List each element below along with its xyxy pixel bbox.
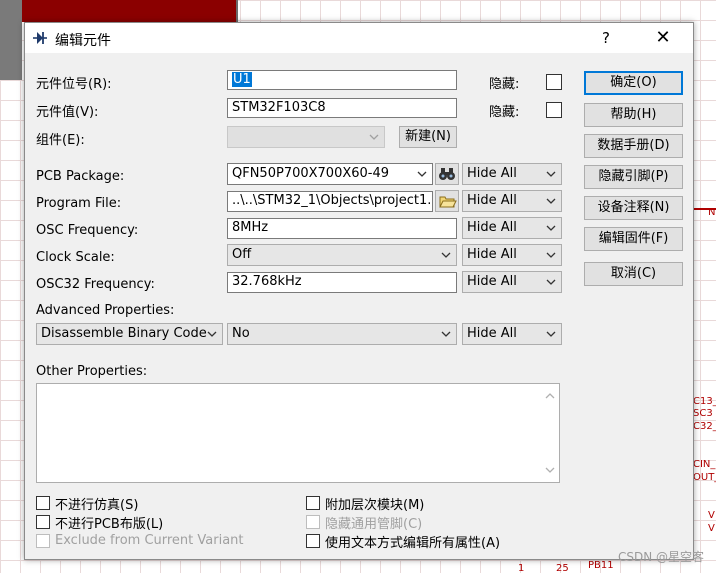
program-file-input[interactable]: ..\..\STM32_1\Objects\project1.hex: [227, 191, 433, 212]
schematic-label: OUT_: [693, 472, 716, 483]
chevron-down-icon: [546, 331, 556, 337]
schematic-label: CIN_: [693, 459, 716, 470]
ok-button[interactable]: 确定(O): [584, 71, 683, 95]
edit-as-text-label: 使用文本方式编辑所有属性(A): [325, 536, 501, 551]
hide-common-pins-label: 隐藏通用管脚(C): [325, 517, 423, 532]
program-file-visibility-select[interactable]: Hide All: [462, 190, 562, 212]
schematic-label: V: [708, 523, 715, 534]
other-properties-textarea[interactable]: [36, 383, 560, 483]
chevron-down-icon: [417, 171, 427, 177]
binoculars-icon: [439, 168, 455, 180]
pcb-package-label: PCB Package:: [36, 169, 125, 184]
no-pcb-layout-checkbox[interactable]: [36, 515, 50, 529]
part-ref-label: 元件位号(R):: [36, 77, 112, 92]
watermark: CSDN @星空客: [617, 550, 704, 564]
datasheet-button[interactable]: 数据手册(D): [584, 134, 683, 158]
chevron-down-icon: [441, 252, 451, 258]
element-label: 组件(E):: [36, 133, 85, 148]
osc32-frequency-input[interactable]: 32.768kHz: [227, 272, 457, 293]
schematic-side-panel: [0, 0, 22, 80]
clock-scale-select[interactable]: Off: [227, 244, 457, 266]
chevron-down-icon: [207, 331, 217, 337]
folder-open-icon: [439, 196, 457, 208]
part-value-input[interactable]: STM32F103C8: [227, 98, 457, 118]
clock-scale-visibility-select[interactable]: Hide All: [462, 244, 562, 266]
chevron-down-icon: [546, 252, 556, 258]
advanced-property-select[interactable]: Disassemble Binary Code: [36, 323, 223, 345]
scroll-down-icon[interactable]: [545, 466, 555, 474]
other-properties-label: Other Properties:: [36, 364, 148, 379]
element-select[interactable]: [227, 126, 385, 148]
hide-common-pins-checkbox: [306, 515, 320, 529]
title-bar[interactable]: 编辑元件 ? ✕: [25, 23, 693, 53]
part-ref-hidden-label: 隐藏:: [489, 77, 520, 92]
schematic-label: C13_: [693, 396, 716, 407]
chevron-down-icon: [369, 134, 379, 140]
part-ref-input[interactable]: U1: [227, 70, 457, 90]
schematic-label: 1: [518, 563, 525, 574]
hidden-pins-button[interactable]: 隐藏引脚(P): [584, 165, 683, 189]
component-icon: [33, 32, 47, 44]
part-value-label: 元件值(V):: [36, 105, 99, 120]
clock-scale-label: Clock Scale:: [36, 250, 115, 265]
schematic-label: C32_: [693, 421, 716, 432]
schematic-label: 25: [556, 563, 569, 574]
close-icon[interactable]: ✕: [651, 27, 675, 49]
schematic-label: N: [708, 207, 716, 218]
attach-hierarchy-label: 附加层次模块(M): [325, 498, 425, 513]
cancel-button[interactable]: 取消(C): [584, 262, 683, 286]
exclude-variant-label: Exclude from Current Variant: [55, 533, 244, 548]
part-ref-hidden-checkbox[interactable]: [546, 74, 562, 90]
help-button[interactable]: 帮助(H): [584, 103, 683, 127]
edit-firmware-button[interactable]: 编辑固件(F): [584, 227, 683, 251]
scroll-up-icon[interactable]: [545, 392, 555, 400]
osc-frequency-visibility-select[interactable]: Hide All: [462, 217, 562, 239]
edit-as-text-checkbox[interactable]: [306, 534, 320, 548]
osc32-frequency-visibility-select[interactable]: Hide All: [462, 271, 562, 293]
part-value-hidden-label: 隐藏:: [489, 105, 520, 120]
browse-file-button[interactable]: [435, 190, 459, 212]
schematic-label: V: [708, 510, 715, 521]
edit-notes-button[interactable]: 设备注释(N): [584, 196, 683, 220]
new-element-button[interactable]: 新建(N): [399, 126, 457, 148]
no-pcb-layout-label: 不进行PCB布版(L): [55, 517, 164, 532]
browse-package-button[interactable]: [435, 163, 459, 185]
schematic-label: SC3: [693, 408, 713, 419]
chevron-down-icon: [546, 279, 556, 285]
part-value-hidden-checkbox[interactable]: [546, 102, 562, 118]
edit-component-dialog: 编辑元件 ? ✕ 元件位号(R): U1 隐藏: 元件值(V): STM32F1…: [24, 22, 694, 560]
osc-frequency-input[interactable]: 8MHz: [227, 218, 457, 239]
pcb-package-select[interactable]: QFN50P700X700X60-49: [227, 163, 433, 185]
help-icon[interactable]: ?: [595, 27, 617, 49]
chevron-down-icon: [546, 225, 556, 231]
advanced-value-select[interactable]: No: [227, 323, 457, 345]
osc32-frequency-label: OSC32 Frequency:: [36, 277, 155, 292]
chevron-down-icon: [546, 198, 556, 204]
attach-hierarchy-checkbox[interactable]: [306, 496, 320, 510]
pcb-package-visibility-select[interactable]: Hide All: [462, 163, 562, 185]
schematic-component-block: [0, 0, 238, 22]
osc-frequency-label: OSC Frequency:: [36, 223, 139, 238]
no-simulation-label: 不进行仿真(S): [55, 498, 139, 513]
program-file-label: Program File:: [36, 196, 122, 211]
advanced-visibility-select[interactable]: Hide All: [462, 323, 562, 345]
no-simulation-checkbox[interactable]: [36, 496, 50, 510]
chevron-down-icon: [441, 331, 451, 337]
advanced-properties-label: Advanced Properties:: [36, 303, 175, 318]
schematic-label: PB11: [588, 560, 614, 571]
chevron-down-icon: [546, 171, 556, 177]
exclude-variant-checkbox: [36, 534, 50, 548]
window-title: 编辑元件: [55, 33, 111, 49]
